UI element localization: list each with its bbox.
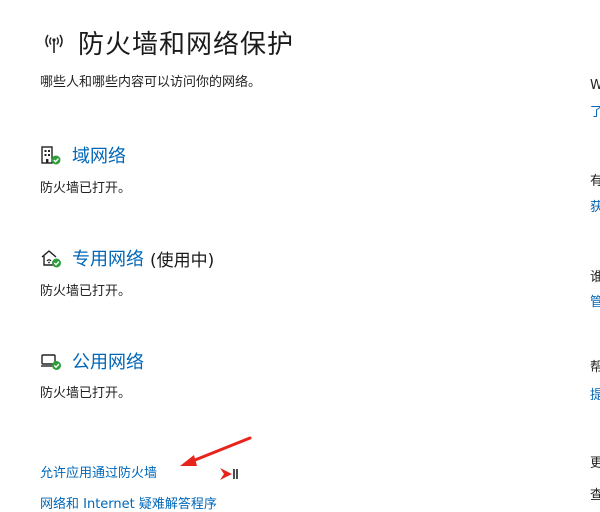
home-network-icon	[41, 250, 61, 268]
right-link-char[interactable]: 提	[590, 384, 600, 403]
page-header: 防火墙和网络保护	[40, 22, 294, 62]
cursor-icon	[220, 468, 238, 480]
red-arrow-icon	[180, 436, 252, 466]
page-subtitle: 哪些人和哪些内容可以访问你的网络。	[40, 75, 262, 90]
network-public[interactable]: 公用网络	[40, 348, 144, 374]
network-domain-link[interactable]: 域网络	[72, 142, 126, 168]
network-private-link[interactable]: 专用网络	[72, 245, 144, 271]
right-char: W	[590, 78, 600, 93]
network-troubleshooter-link[interactable]: 网络和 Internet 疑难解答程序	[40, 493, 217, 512]
right-char: 查	[590, 488, 600, 503]
network-domain[interactable]: 域网络	[40, 142, 126, 168]
right-char: 谁	[590, 270, 600, 285]
right-link-char[interactable]: 管	[590, 291, 600, 310]
building-icon	[41, 146, 61, 165]
right-link-char[interactable]: 了	[590, 101, 600, 120]
network-private-status: 防火墙已打开。	[40, 284, 132, 299]
right-char: 有	[590, 174, 600, 189]
network-public-link[interactable]: 公用网络	[72, 348, 144, 374]
network-private[interactable]: 专用网络 (使用中)	[40, 245, 214, 271]
wifi-broadcast-icon	[45, 34, 63, 53]
public-network-icon	[41, 354, 61, 370]
network-private-in-use: (使用中)	[150, 250, 215, 271]
right-char: 更	[590, 456, 600, 471]
allow-app-through-firewall-link[interactable]: 允许应用通过防火墙	[40, 462, 157, 481]
network-public-status: 防火墙已打开。	[40, 386, 132, 401]
right-char: 帮	[590, 360, 600, 375]
network-domain-status: 防火墙已打开。	[40, 181, 132, 196]
right-link-char[interactable]: 获	[590, 196, 600, 215]
page-title: 防火墙和网络保护	[78, 29, 295, 60]
